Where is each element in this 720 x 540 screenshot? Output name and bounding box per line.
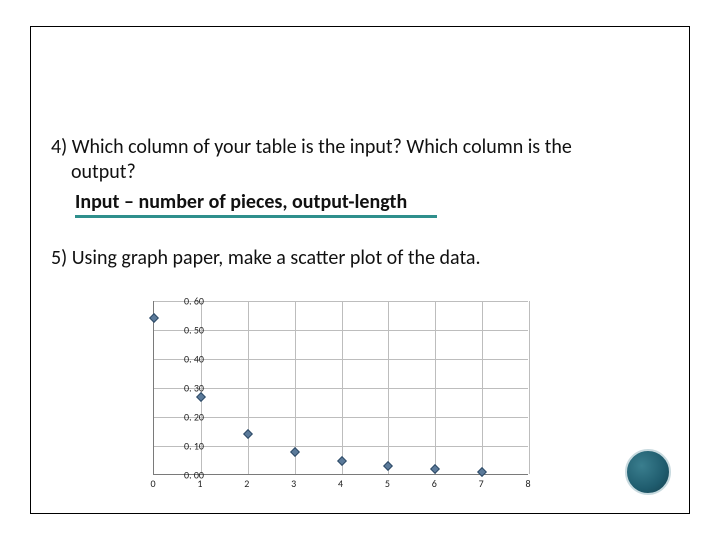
y-tick-label: 0. 10 [164,440,204,453]
question-4-line2: output? [51,160,669,185]
content-area: 4) Which column of your table is the inp… [31,27,689,271]
x-tick-label: 8 [518,477,538,490]
data-marker [243,429,253,439]
gridline-h [154,301,528,302]
question-4: 4) Which column of your table is the inp… [51,135,669,185]
data-marker [477,467,487,477]
x-tick-label: 0 [143,477,163,490]
data-marker [290,447,300,457]
question-5: 5) Using graph paper, make a scatter plo… [51,246,669,271]
gridline-h [154,330,528,331]
x-tick-label: 6 [424,477,444,490]
y-tick-label: 0. 60 [164,295,204,308]
data-marker [149,313,159,323]
scatter-chart: 0123456780. 000. 100. 200. 300. 400. 500… [109,297,539,497]
answer-4: Input – number of pieces, output-length [75,189,437,218]
y-tick-label: 0. 50 [164,324,204,337]
gridline-v [529,301,530,474]
x-tick-label: 4 [331,477,351,490]
data-marker [430,464,440,474]
slide-frame: 4) Which column of your table is the inp… [30,26,690,514]
gridline-h [154,417,528,418]
y-tick-label: 0. 40 [164,353,204,366]
y-tick-label: 0. 30 [164,382,204,395]
x-tick-label: 5 [377,477,397,490]
data-marker [383,461,393,471]
gridline-h [154,359,528,360]
decorative-circle-icon [625,449,671,495]
y-tick-label: 0. 00 [164,469,204,482]
y-tick-label: 0. 20 [164,411,204,424]
x-tick-label: 7 [471,477,491,490]
x-tick-label: 3 [284,477,304,490]
x-tick-label: 2 [237,477,257,490]
data-marker [337,456,347,466]
gridline-h [154,446,528,447]
question-4-line1: 4) Which column of your table is the inp… [51,135,669,160]
gridline-h [154,388,528,389]
plot-area [153,301,528,475]
